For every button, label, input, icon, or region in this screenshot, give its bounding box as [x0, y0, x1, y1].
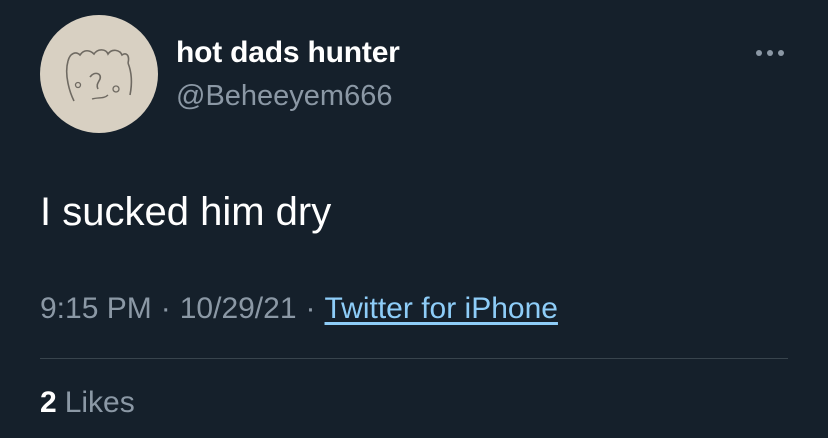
likes-count: 2	[40, 386, 57, 419]
meta-separator: ·	[305, 292, 316, 325]
meta-separator: ·	[160, 292, 171, 325]
user-handle[interactable]: @Beheeyem666	[176, 80, 392, 113]
divider	[40, 358, 788, 359]
more-options-icon	[756, 50, 784, 56]
tweet-time[interactable]: 9:15 PM	[40, 292, 152, 325]
hand-drawn-face-icon	[65, 49, 133, 102]
tweet-source-link[interactable]: Twitter for iPhone	[325, 292, 558, 325]
tweet-meta: 9:15 PM · 10/29/21 · Twitter for iPhone	[40, 292, 558, 326]
display-name[interactable]: hot dads hunter	[176, 36, 400, 70]
likes-stat[interactable]: 2 Likes	[40, 386, 135, 420]
avatar[interactable]	[40, 15, 158, 133]
tweet-text: I sucked him dry	[40, 190, 332, 234]
tweet-date[interactable]: 10/29/21	[180, 292, 297, 325]
likes-label: Likes	[64, 386, 135, 419]
more-options-button[interactable]	[750, 38, 790, 68]
